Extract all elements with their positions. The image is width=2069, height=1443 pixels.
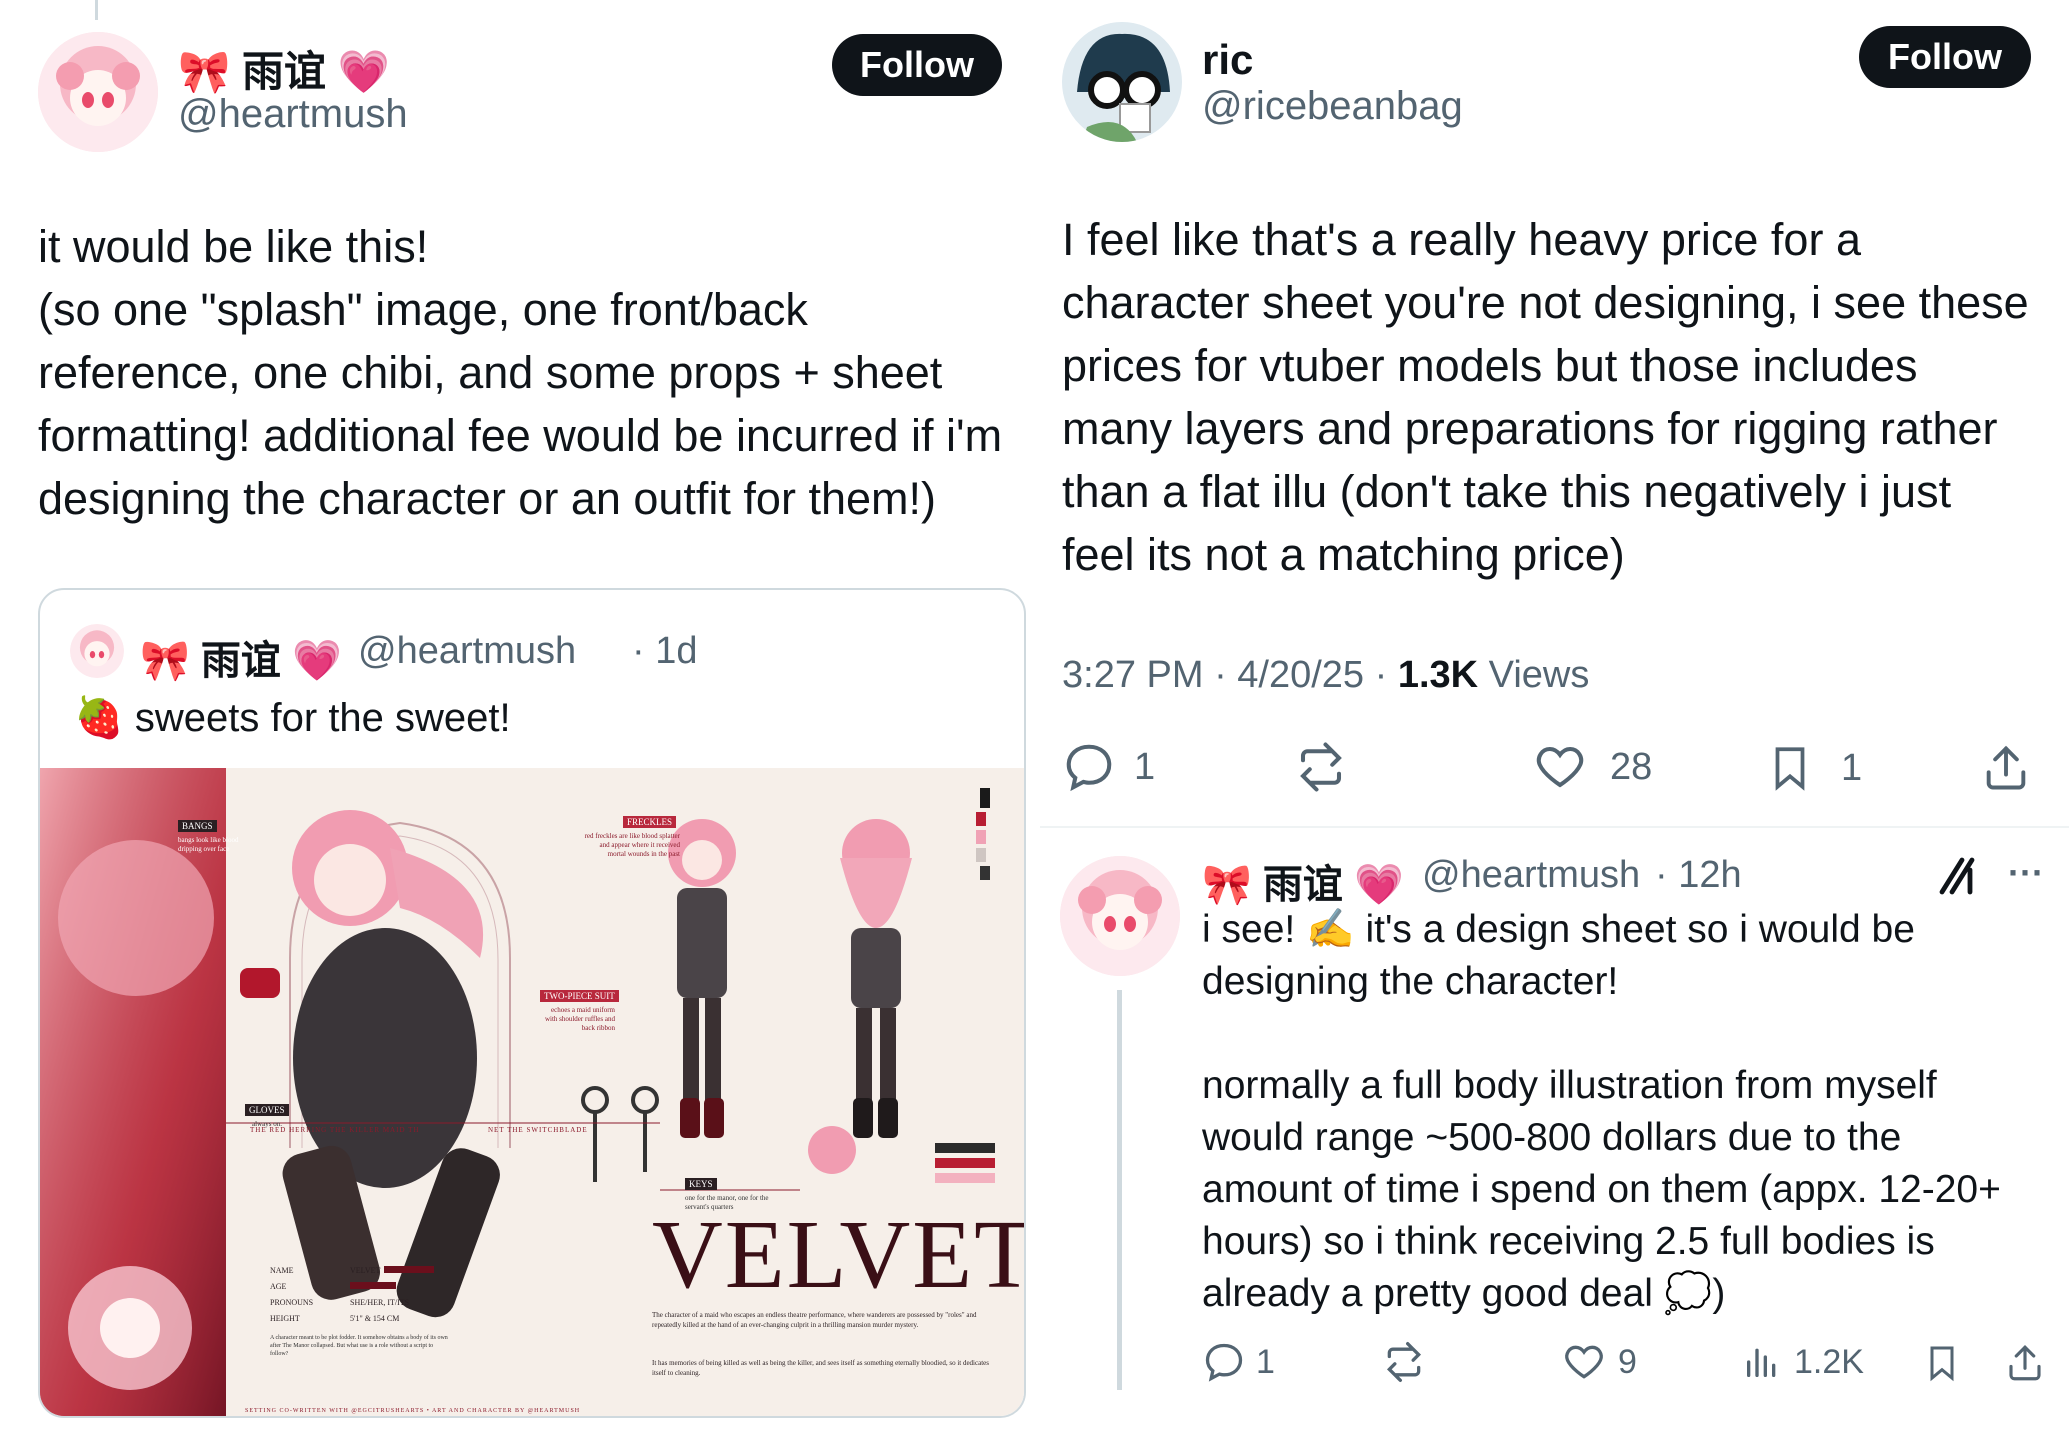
reply-views-button[interactable]: 1.2K: [1742, 1340, 1864, 1384]
avatar[interactable]: [1062, 22, 1182, 142]
share-button[interactable]: [1980, 740, 2032, 796]
bookmark-count: 1: [1841, 746, 1863, 789]
reply-bookmark-button[interactable]: [1922, 1340, 1962, 1386]
repost-button[interactable]: [1292, 740, 1350, 794]
tweet-text: it would be like this! (so one "splash" …: [38, 221, 1003, 524]
grok-icon[interactable]: [1936, 852, 1984, 905]
tweet-text: I feel like that's a really heavy price …: [1062, 214, 2029, 580]
grok-icon-glyph: [1939, 857, 1975, 895]
sheet-note-suit: echoes a maid uniform with shoulder ruff…: [544, 1006, 615, 1032]
reply-button[interactable]: 1: [1062, 740, 1155, 794]
tweet-meta: 3:27 PM · 4/20/25 · 1.3K Views: [1062, 654, 1589, 697]
sheet-note-bangs: bangs look like blood dripping over face: [178, 836, 239, 853]
reply-text: i see! ✍️ it's a design sheet so i would…: [1202, 908, 2001, 1315]
reply-reply-button[interactable]: 1: [1202, 1340, 1275, 1384]
avatar-illustration: [1062, 22, 1182, 142]
repost-icon: [1300, 742, 1342, 792]
user-handle[interactable]: @ricebeanbag: [1202, 84, 1463, 129]
avatar-illustration: [70, 624, 124, 678]
like-count: 28: [1610, 745, 1653, 788]
left-tweet: 🎀 雨谊 💗 @heartmush Follow it would be lik…: [0, 0, 1030, 1443]
quote-avatar[interactable]: [70, 624, 124, 678]
reply-count: 1: [1256, 1342, 1275, 1381]
sheet-stats: NAME VELVET AGE PRONOUNS SHE/HER, IT/ITS H…: [270, 1266, 435, 1330]
sheet-label-keys: KEYS: [685, 1178, 717, 1190]
repost-icon: [1386, 1342, 1422, 1382]
tweet-timestamp[interactable]: 3:27 PM · 4/20/25 ·: [1062, 654, 1398, 696]
share-icon: [2009, 1345, 2041, 1381]
views-label: Views: [1478, 654, 1590, 696]
stat-value: VELVET: [350, 1266, 381, 1275]
reply-icon: [1066, 744, 1112, 792]
sheet-small-note: A character meant to be plot fodder. It …: [270, 1335, 448, 1357]
quoted-tweet[interactable]: 🎀 雨谊 💗 @heartmush · 1d 🍓 sweets for the …: [38, 588, 1026, 1418]
reply-separator: [1040, 826, 2069, 828]
avatar[interactable]: [38, 32, 158, 152]
sheet-title: VELVET: [652, 1201, 1026, 1309]
user-handle[interactable]: @heartmush: [178, 92, 408, 137]
analytics-icon: [1747, 1348, 1776, 1377]
like-count: 9: [1618, 1342, 1637, 1381]
heart-icon: [1536, 746, 1584, 788]
views-count: 1.3K: [1397, 654, 1479, 696]
stat-key: NAME: [270, 1266, 294, 1275]
reply-share-button[interactable]: [2004, 1340, 2046, 1386]
reply-display-name[interactable]: 🎀 雨谊 💗: [1202, 852, 1404, 910]
avatar-illustration: [1060, 856, 1180, 976]
sheet-label-gloves: GLOVES: [245, 1104, 289, 1116]
sheet-desc-1: The character of a maid who escapes an e…: [652, 1311, 977, 1329]
more-options-button[interactable]: ···: [2008, 852, 2044, 894]
avatar-illustration: [38, 32, 158, 152]
reply-icon: [1205, 1343, 1243, 1382]
bookmark-icon: [1930, 1346, 1954, 1382]
sheet-desc-2: It has memories of being killed as well …: [652, 1359, 989, 1377]
reply-avatar[interactable]: [1060, 856, 1180, 976]
display-name[interactable]: 🎀 雨谊 💗: [178, 38, 390, 99]
reply-like-button[interactable]: 9: [1562, 1340, 1637, 1384]
reply-repost-button[interactable]: [1380, 1340, 1428, 1384]
sheet-ribbon-left: THE RED HERRING THE KILLER MAID TH: [250, 1126, 420, 1134]
heart-icon: [1565, 1345, 1603, 1379]
reply-count: 1: [1134, 745, 1156, 788]
sheet-label-freckles: FRECKLES: [623, 816, 677, 828]
views-count: 1.2K: [1794, 1342, 1864, 1381]
share-icon: [1986, 745, 2026, 790]
follow-button[interactable]: Follow: [1859, 26, 2031, 88]
reply-handle[interactable]: @heartmush: [1422, 854, 1640, 897]
thread-line: [95, 0, 98, 20]
sheet-footer: SETTING CO-WRITTEN WITH @EGCITRUSHEARTS …: [245, 1408, 581, 1414]
quote-text: 🍓 sweets for the sweet!: [74, 696, 511, 740]
stat-key: PRONOUNS: [270, 1298, 314, 1307]
reply-time: · 12h: [1655, 854, 1742, 896]
quote-display-name[interactable]: 🎀 雨谊 💗: [140, 628, 342, 686]
quote-handle[interactable]: @heartmush: [358, 630, 576, 673]
character-sheet-image[interactable]: BANGS bangs look like blood dripping ove…: [40, 768, 1026, 1416]
sheet-ribbon-right: NET THE SWITCHBLADE: [488, 1126, 588, 1134]
sheet-label-bangs: BANGS: [178, 820, 217, 832]
quote-time: · 1d: [632, 630, 698, 672]
follow-button[interactable]: Follow: [832, 34, 1002, 96]
stat-value: 5'1" & 154 CM: [350, 1314, 400, 1323]
display-name[interactable]: ric: [1202, 36, 1253, 84]
bookmark-button[interactable]: 1: [1765, 740, 1862, 796]
sheet-note-freckles: red freckles are like blood splatter and…: [584, 832, 680, 858]
stat-key: HEIGHT: [270, 1314, 300, 1323]
bookmark-icon: [1775, 747, 1805, 791]
thread-line: [1117, 990, 1122, 1390]
stat-key: AGE: [270, 1282, 287, 1291]
sheet-label-suit: TWO-PIECE SUIT: [540, 990, 619, 1002]
like-button[interactable]: 28: [1532, 740, 1652, 794]
stat-value: SHE/HER, IT/ITS: [350, 1298, 410, 1307]
